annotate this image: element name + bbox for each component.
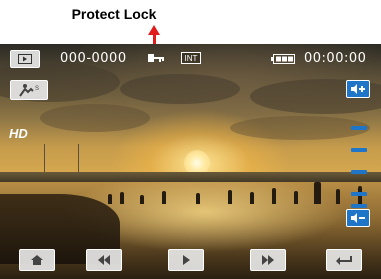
rewind-icon	[98, 255, 110, 265]
protect-lock-icon	[148, 54, 164, 62]
speaker-plus-icon	[351, 84, 365, 94]
fast-forward-button[interactable]	[250, 249, 286, 271]
volume-segment	[351, 204, 367, 208]
volume-segment	[351, 148, 367, 152]
home-icon	[31, 255, 43, 265]
home-button[interactable]	[19, 249, 55, 271]
recording-time: 00:00:00	[304, 51, 367, 66]
back-button[interactable]	[326, 249, 362, 271]
play-icon	[183, 255, 190, 265]
protect-lock-callout-label: Protect Lock	[71, 6, 157, 22]
rewind-button[interactable]	[86, 249, 122, 271]
photo-thumbnail	[0, 44, 381, 279]
play-mode-icon	[18, 54, 32, 64]
battery-icon	[271, 54, 295, 64]
scene-person-icon: S	[19, 84, 39, 97]
volume-segment	[351, 192, 367, 196]
playback-mode-button[interactable]	[10, 50, 40, 68]
speaker-minus-icon	[351, 213, 365, 223]
status-bar: 000-0000 INT 00:00:00	[0, 44, 381, 72]
callout-area: Protect Lock	[0, 0, 381, 56]
volume-up-button[interactable]	[346, 80, 370, 98]
svg-text:S: S	[35, 86, 39, 92]
internal-memory-badge: INT	[181, 52, 201, 64]
play-button[interactable]	[168, 249, 204, 271]
playback-control-bar	[0, 249, 381, 279]
volume-segment	[351, 170, 367, 174]
fast-forward-icon	[262, 255, 274, 265]
return-arrow-icon	[336, 256, 352, 265]
scene-mode-button[interactable]: S	[10, 80, 48, 100]
volume-segment	[351, 126, 367, 130]
volume-down-button[interactable]	[346, 209, 370, 227]
playback-screen: 000-0000 INT 00:00:00 S HD	[0, 44, 381, 279]
file-number: 000-0000	[60, 51, 127, 66]
hd-indicator: HD	[9, 126, 28, 141]
